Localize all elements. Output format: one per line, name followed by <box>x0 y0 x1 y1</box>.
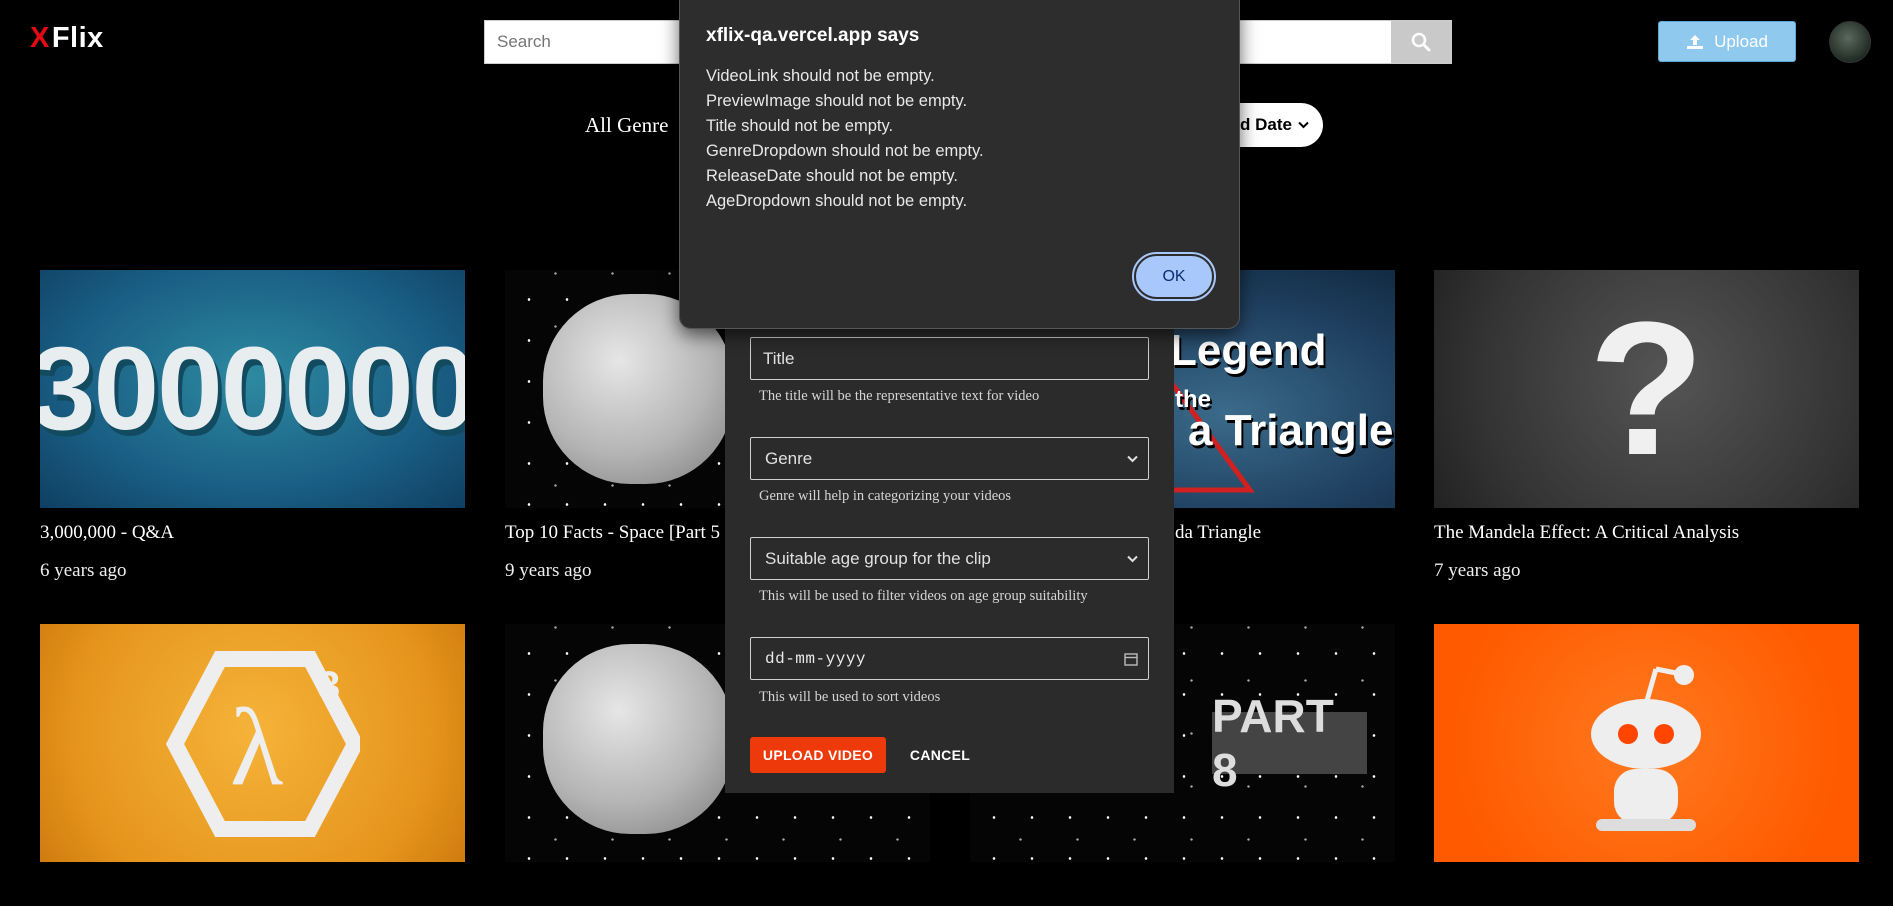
thumbnail-text: Legend <box>1170 326 1327 375</box>
sort-label: d Date <box>1240 115 1292 134</box>
video-thumbnail[interactable]: λ 3 <box>40 624 465 862</box>
logo-x: X <box>30 22 50 54</box>
upload-video-button[interactable]: UPLOAD VIDEO <box>750 737 886 773</box>
thumbnail-text: ? <box>1588 283 1705 495</box>
thumbnail-text: 3000000 <box>40 323 465 455</box>
video-card[interactable]: 3000000 3,000,000 - Q&A 6 years ago <box>40 270 465 582</box>
alert-message: VideoLink should not be empty. <box>706 67 935 85</box>
chevron-down-icon <box>1127 555 1138 562</box>
title-placeholder: Title <box>763 348 795 368</box>
video-card[interactable]: ? The Mandela Effect: A Critical Analysi… <box>1434 270 1859 582</box>
title-help-text: The title will be the representative tex… <box>759 388 1040 404</box>
upload-button[interactable]: Upload <box>1658 21 1796 62</box>
date-placeholder: dd-mm-yyyy <box>765 649 867 668</box>
video-thumbnail[interactable]: 3000000 <box>40 270 465 508</box>
reddit-mascot <box>1591 665 1701 831</box>
alert-message: Title should not be empty. <box>706 117 894 135</box>
half-life-logo: λ 3 <box>165 651 360 837</box>
alert-title: xflix-qa.vercel.app says <box>706 25 920 46</box>
alert-message: GenreDropdown should not be empty. <box>706 142 984 160</box>
video-age: 6 years ago <box>40 560 127 581</box>
upload-video-modal: Title The title will be the representati… <box>725 300 1174 793</box>
thumbnail-text: a Triangle <box>1188 406 1394 455</box>
alert-message: AgeDropdown should not be empty. <box>706 192 968 210</box>
chevron-down-icon <box>1298 121 1309 129</box>
upload-icon <box>1687 34 1704 49</box>
moon-image <box>543 644 733 834</box>
release-date-input[interactable]: dd-mm-yyyy <box>750 637 1149 680</box>
svg-text:λ: λ <box>230 686 283 808</box>
video-title: The Mandela Effect: A Critical Analysis <box>1434 522 1740 543</box>
video-card[interactable]: λ 3 <box>40 624 465 862</box>
alert-message: ReleaseDate should not be empty. <box>706 167 958 185</box>
upload-label: Upload <box>1714 31 1768 51</box>
calendar-icon[interactable] <box>1124 652 1138 666</box>
browser-alert-dialog: xflix-qa.vercel.app says VideoLink shoul… <box>679 0 1240 329</box>
xflix-logo[interactable]: XFlix <box>30 22 104 55</box>
video-thumbnail[interactable] <box>1434 624 1859 862</box>
genre-filter-all[interactable]: All Genre <box>585 113 668 138</box>
thumbnail-text: PART 8 <box>1212 690 1367 796</box>
age-group-dropdown[interactable]: Suitable age group for the clip <box>750 537 1149 580</box>
search-icon <box>1411 32 1431 52</box>
alert-ok-button[interactable]: OK <box>1132 252 1216 301</box>
video-age: 7 years ago <box>1434 560 1521 581</box>
alert-messages: VideoLink should not be empty. PreviewIm… <box>706 64 984 214</box>
genre-placeholder: Genre <box>765 448 813 468</box>
logo-text: Flix <box>51 22 104 54</box>
genre-dropdown[interactable]: Genre <box>750 437 1149 480</box>
video-title: 3,000,000 - Q&A <box>40 522 175 543</box>
avatar[interactable] <box>1829 21 1871 63</box>
video-card[interactable] <box>1434 624 1859 862</box>
genre-help-text: Genre will help in categorizing your vid… <box>759 488 1012 504</box>
date-help-text: This will be used to sort videos <box>759 689 941 705</box>
search-button[interactable] <box>1391 21 1451 63</box>
alert-message: PreviewImage should not be empty. <box>706 92 968 110</box>
chevron-down-icon <box>1127 455 1138 462</box>
video-thumbnail[interactable]: ? <box>1434 270 1859 508</box>
cancel-button[interactable]: CANCEL <box>905 737 975 773</box>
title-input[interactable]: Title <box>750 337 1149 380</box>
age-placeholder: Suitable age group for the clip <box>765 548 991 568</box>
svg-text:3: 3 <box>318 664 340 708</box>
age-help-text: This will be used to filter videos on ag… <box>759 588 1088 604</box>
